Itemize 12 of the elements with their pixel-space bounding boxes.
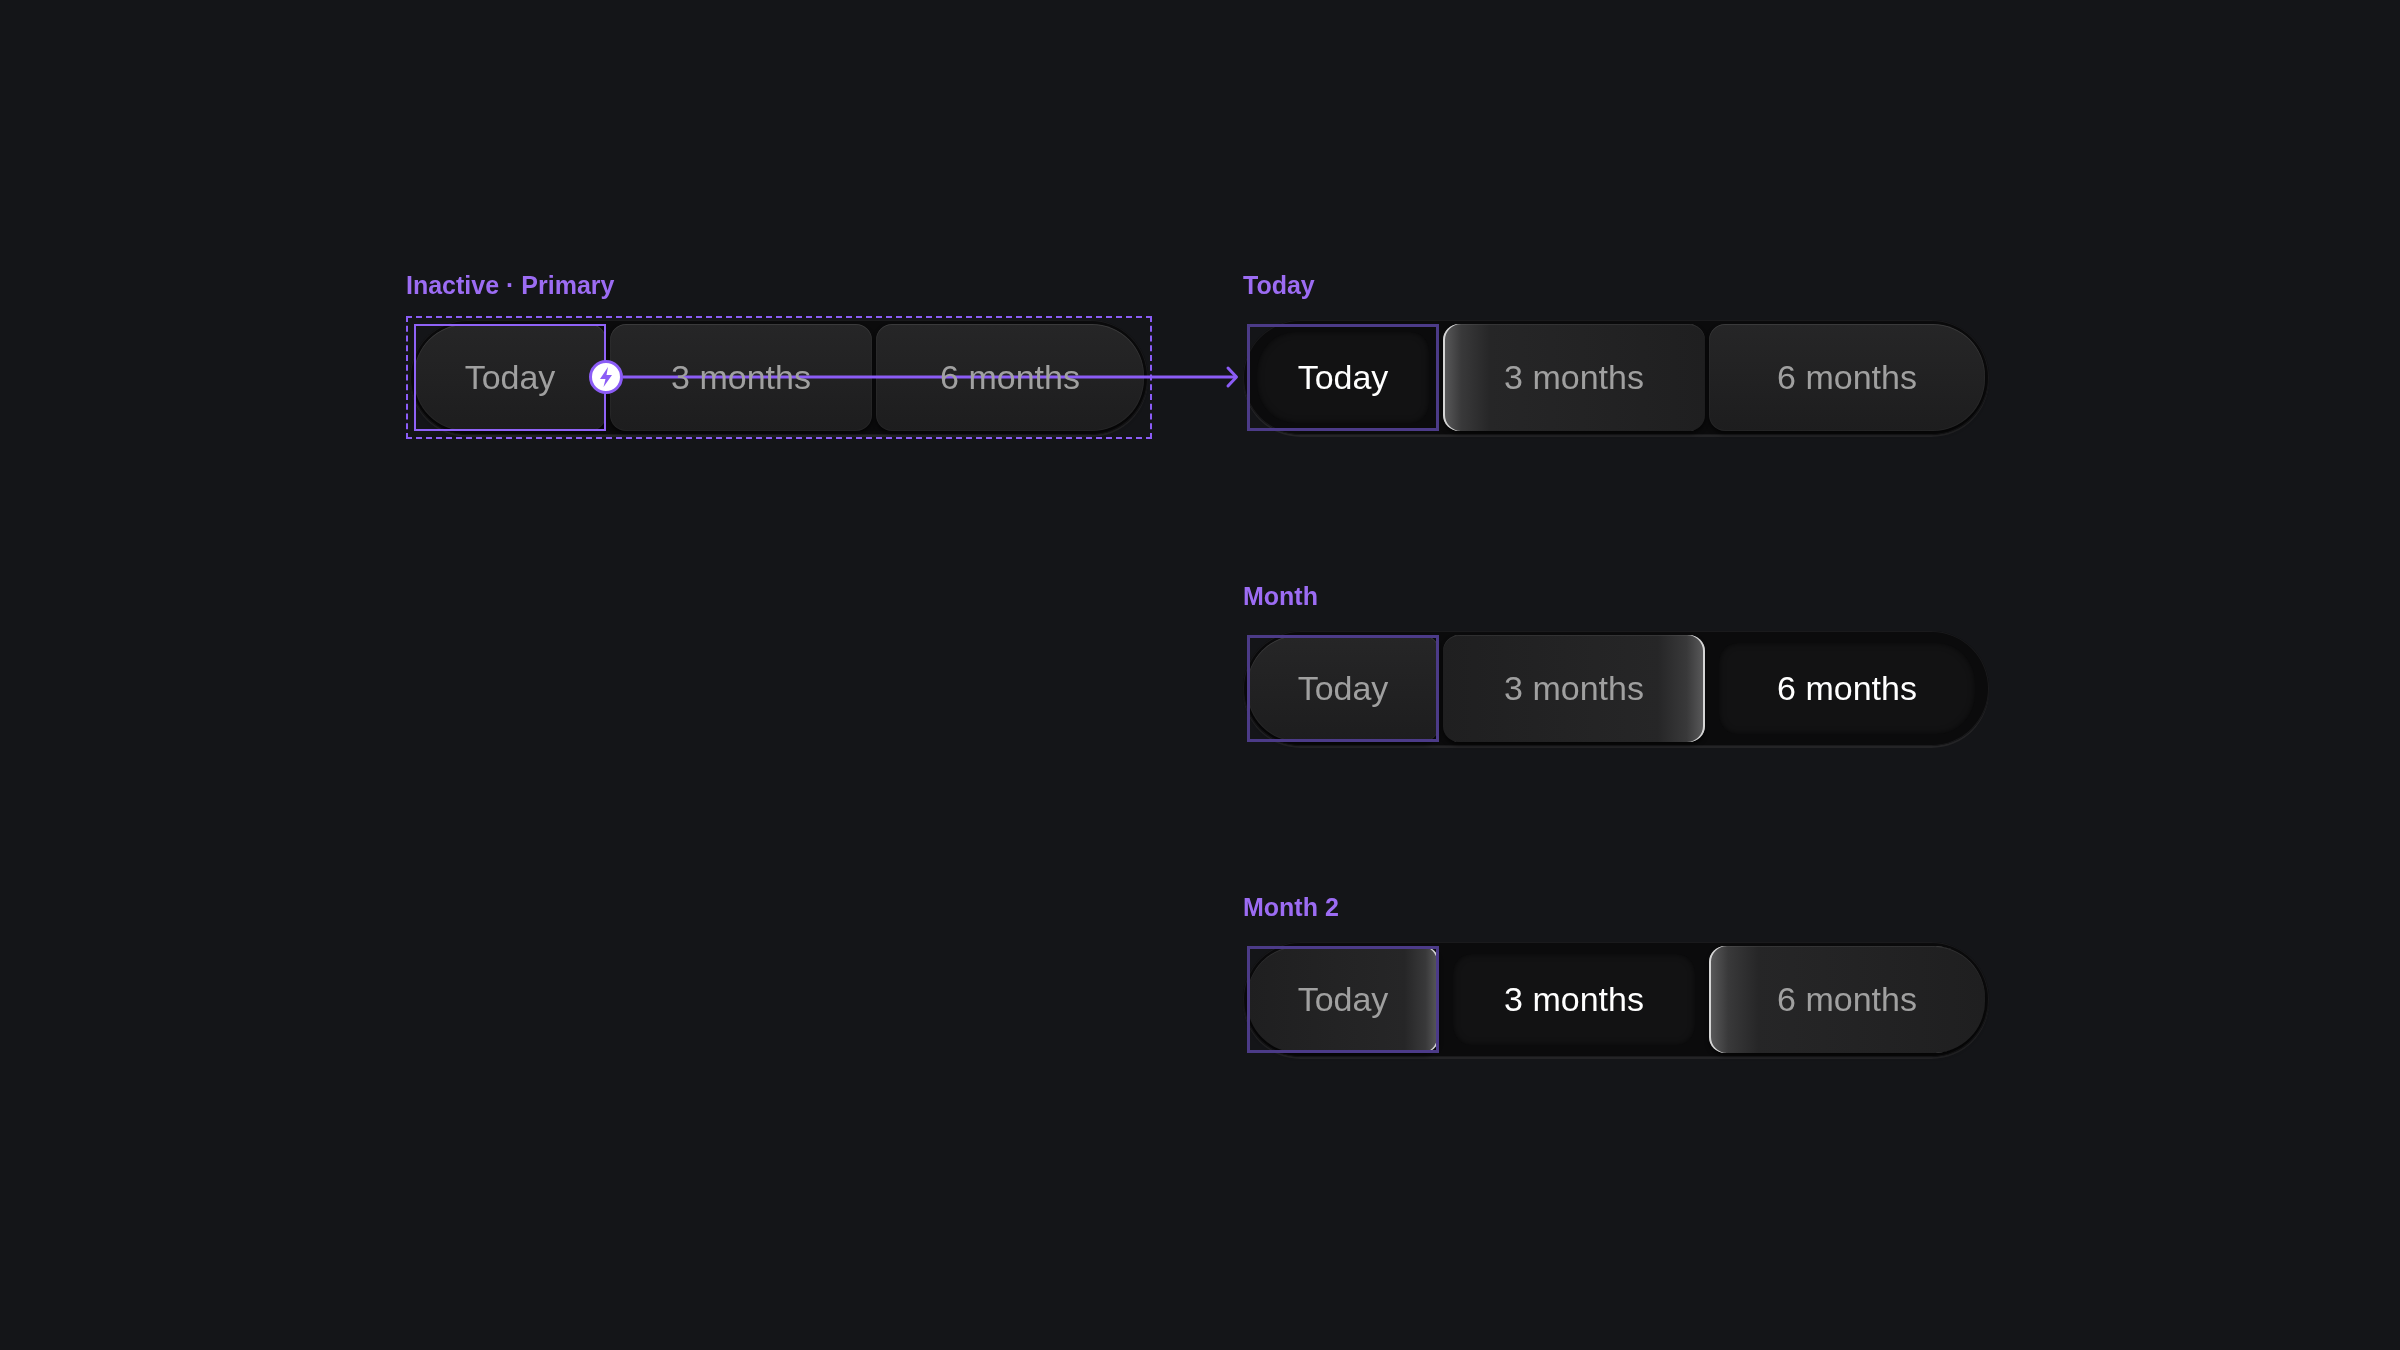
segment-tab[interactable]: 3 months <box>1443 324 1705 431</box>
segment-tab[interactable]: 6 months <box>1709 946 1985 1053</box>
frame-label: Month <box>1243 581 1318 611</box>
segment-tab[interactable]: 6 months <box>1709 324 1985 431</box>
segment-tab[interactable]: Today <box>1247 324 1439 431</box>
segment-tab[interactable]: Today <box>1247 946 1439 1053</box>
frame-label: Inactive · Primary <box>406 270 615 300</box>
segment-tab[interactable]: Today <box>1247 635 1439 742</box>
segment-tab[interactable]: Today <box>414 324 606 431</box>
segment-tab[interactable]: 3 months <box>1443 635 1705 742</box>
frame-label: Today <box>1243 270 1315 300</box>
frame-label: Month 2 <box>1243 892 1339 922</box>
